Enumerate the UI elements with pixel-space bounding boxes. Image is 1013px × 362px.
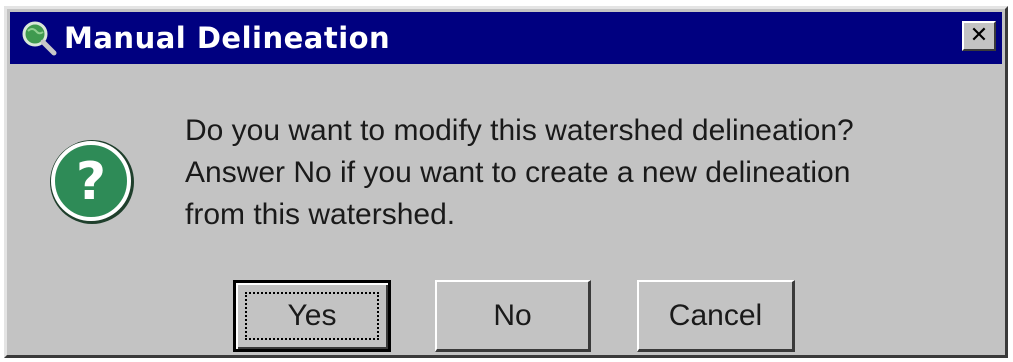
globe-magnifier-icon xyxy=(20,19,58,57)
title-bar[interactable]: Manual Delineation ✕ xyxy=(10,12,1002,64)
cancel-button-label: Cancel xyxy=(668,298,763,332)
message-line: Answer No if you want to create a new de… xyxy=(185,156,851,189)
question-icon: ? xyxy=(47,137,137,227)
dialog-message: Do you want to modify this watershed del… xyxy=(185,110,995,236)
no-button-label: No xyxy=(493,298,532,332)
dialog-window: Manual Delineation ✕ ? Do you want to mo… xyxy=(4,6,1008,358)
close-icon: ✕ xyxy=(969,23,989,48)
close-button[interactable]: ✕ xyxy=(962,21,996,51)
message-line: from this watershed. xyxy=(185,198,456,231)
message-line: Do you want to modify this watershed del… xyxy=(185,114,854,147)
no-button[interactable]: No xyxy=(435,280,591,352)
focus-rectangle: Yes xyxy=(245,292,379,340)
question-glyph: ? xyxy=(76,152,106,212)
yes-button[interactable]: Yes xyxy=(233,280,391,352)
cancel-button[interactable]: Cancel xyxy=(637,280,795,352)
yes-button-label: Yes xyxy=(287,299,337,332)
window-title: Manual Delineation xyxy=(64,21,391,55)
